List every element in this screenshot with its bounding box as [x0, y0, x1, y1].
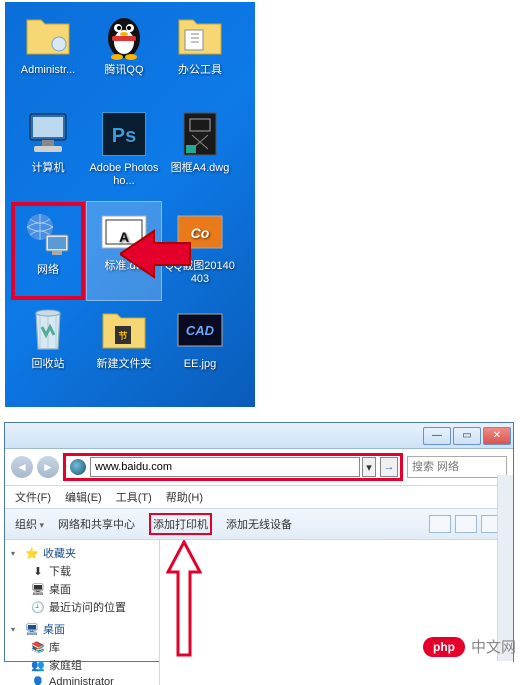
- desktop-icon-recycle-bin[interactable]: 回收站: [11, 300, 85, 398]
- cad-thumbnail-icon: CAD: [176, 306, 224, 354]
- desktop-icon-screenshot[interactable]: Co QQ截图20140403: [163, 202, 237, 300]
- content-pane[interactable]: [160, 540, 513, 685]
- search-input[interactable]: [407, 456, 507, 478]
- sidebar-recent[interactable]: 🕘最近访问的位置: [11, 598, 159, 616]
- window-titlebar[interactable]: — ▭ ✕: [5, 423, 513, 449]
- desktop-icon-label: 办公工具: [178, 64, 222, 77]
- download-icon: ⬇: [31, 564, 45, 578]
- desktop-icon-grid: Administr... 腾讯QQ 办公工具 计算机 Ps Adobe: [11, 6, 255, 398]
- desktop-icon-label: Administr...: [21, 64, 75, 77]
- user-icon: 👤: [31, 675, 45, 685]
- toolbar-add-printer[interactable]: 添加打印机: [149, 513, 212, 535]
- toolbar-network-center[interactable]: 网络和共享中心: [58, 516, 135, 532]
- svg-text:A: A: [119, 229, 129, 245]
- address-dropdown-button[interactable]: ▾: [362, 457, 376, 477]
- toolbar-organize[interactable]: 组织: [15, 516, 44, 532]
- star-icon: ⭐: [25, 546, 39, 560]
- window-minimize-button[interactable]: —: [423, 427, 451, 445]
- network-icon: [24, 212, 72, 260]
- computer-icon: [24, 110, 72, 158]
- desktop-icon-label: 图框A4.dwg: [171, 162, 230, 175]
- menu-file[interactable]: 文件(F): [15, 489, 51, 505]
- sidebar-downloads[interactable]: ⬇下载: [11, 562, 159, 580]
- desktop-icon-label: 网络: [37, 264, 59, 277]
- svg-text:节: 节: [118, 330, 127, 341]
- dwg-file-icon: [176, 110, 224, 158]
- desktop-icon-label: 回收站: [32, 358, 65, 371]
- network-globe-icon: [70, 459, 86, 475]
- sidebar-libraries[interactable]: 📚库: [11, 638, 159, 656]
- sidebar-desktop-group[interactable]: 🖥桌面: [11, 620, 159, 638]
- address-go-button[interactable]: →: [380, 457, 398, 477]
- svg-text:Ps: Ps: [112, 125, 136, 147]
- toolbar-add-wireless[interactable]: 添加无线设备: [226, 516, 292, 532]
- desktop-icon-label: 腾讯QQ: [104, 64, 143, 77]
- library-icon: 📚: [31, 640, 45, 654]
- svg-text:CAD: CAD: [186, 323, 215, 338]
- navigation-pane: ⭐收藏夹 ⬇下载 🖥桌面 🕘最近访问的位置 🖥桌面 📚库 👥家庭组 👤Admin…: [5, 540, 160, 685]
- windows-desktop: Administr... 腾讯QQ 办公工具 计算机 Ps Adobe: [5, 2, 255, 407]
- homegroup-icon: 👥: [31, 658, 45, 672]
- vertical-scrollbar[interactable]: [497, 475, 513, 661]
- address-input[interactable]: [90, 457, 360, 477]
- menu-edit[interactable]: 编辑(E): [65, 489, 102, 505]
- desktop-icon-label: 计算机: [32, 162, 65, 175]
- menu-help[interactable]: 帮助(H): [166, 489, 203, 505]
- desktop-icon-label: 标准.dw: [104, 260, 143, 273]
- desktop-icon-network[interactable]: 网络: [11, 202, 85, 300]
- desktop-icon-label: Adobe Photosho...: [89, 162, 159, 188]
- sidebar-desktop[interactable]: 🖥桌面: [11, 580, 159, 598]
- window-maximize-button[interactable]: ▭: [453, 427, 481, 445]
- photoshop-icon: Ps: [100, 110, 148, 158]
- menu-tools[interactable]: 工具(T): [116, 489, 152, 505]
- desktop-icon-label: 新建文件夹: [97, 358, 152, 371]
- recent-icon: 🕘: [31, 600, 45, 614]
- folder-icon: 节: [100, 306, 148, 354]
- dwg-thumbnail: A: [100, 208, 148, 256]
- desktop-icon-photoshop[interactable]: Ps Adobe Photosho...: [87, 104, 161, 202]
- desktop-icon-office-tools[interactable]: 办公工具: [163, 6, 237, 104]
- desktop-icon-ee-jpg[interactable]: CAD EE.jpg: [163, 300, 237, 398]
- watermark: php 中文网: [423, 636, 516, 657]
- desktop-icon-computer[interactable]: 计算机: [11, 104, 85, 202]
- desktop-icon-new-folder[interactable]: 节 新建文件夹: [87, 300, 161, 398]
- desktop-icon-label: QQ截图20140403: [165, 260, 235, 286]
- desktop-icon: 🖥: [25, 622, 39, 636]
- svg-text:Co: Co: [191, 225, 210, 241]
- qq-penguin-icon: [100, 12, 148, 60]
- annotation-arrow-up: [166, 540, 202, 660]
- command-toolbar: 组织 网络和共享中心 添加打印机 添加无线设备: [5, 509, 513, 540]
- desktop-icon-dwg-standard[interactable]: A 标准.dw: [87, 202, 161, 300]
- explorer-window: — ▭ ✕ ◄ ► ▾ → 文件(F) 编辑(E) 工具(T) 帮助(H) 组织…: [4, 422, 514, 662]
- folder-icon: [176, 12, 224, 60]
- desktop-icon-administrator[interactable]: Administr...: [11, 6, 85, 104]
- recycle-bin-icon: [24, 306, 72, 354]
- watermark-text: 中文网: [471, 636, 516, 657]
- desktop-icon-dwg-file[interactable]: 图框A4.dwg: [163, 104, 237, 202]
- menu-bar: 文件(F) 编辑(E) 工具(T) 帮助(H): [5, 486, 513, 509]
- toolbar-view-button[interactable]: [429, 515, 451, 533]
- nav-back-button[interactable]: ◄: [11, 456, 33, 478]
- user-folder-icon: [24, 12, 72, 60]
- desktop-icon-label: EE.jpg: [184, 358, 216, 371]
- explorer-body: ⭐收藏夹 ⬇下载 🖥桌面 🕘最近访问的位置 🖥桌面 📚库 👥家庭组 👤Admin…: [5, 540, 513, 685]
- window-close-button[interactable]: ✕: [483, 427, 511, 445]
- toolbar-view-controls: [429, 515, 503, 533]
- watermark-brand: php: [423, 637, 465, 657]
- desktop-icon-qq[interactable]: 腾讯QQ: [87, 6, 161, 104]
- window-controls: — ▭ ✕: [423, 427, 511, 445]
- address-bar-highlighted: ▾ →: [63, 453, 403, 481]
- image-thumbnail-icon: Co: [176, 208, 224, 256]
- toolbar-preview-button[interactable]: [455, 515, 477, 533]
- navigation-bar: ◄ ► ▾ →: [5, 449, 513, 486]
- nav-forward-button[interactable]: ►: [37, 456, 59, 478]
- sidebar-administrator[interactable]: 👤Administrator: [11, 674, 159, 685]
- desktop-icon: 🖥: [31, 582, 45, 596]
- sidebar-favorites[interactable]: ⭐收藏夹: [11, 544, 159, 562]
- sidebar-homegroup[interactable]: 👥家庭组: [11, 656, 159, 674]
